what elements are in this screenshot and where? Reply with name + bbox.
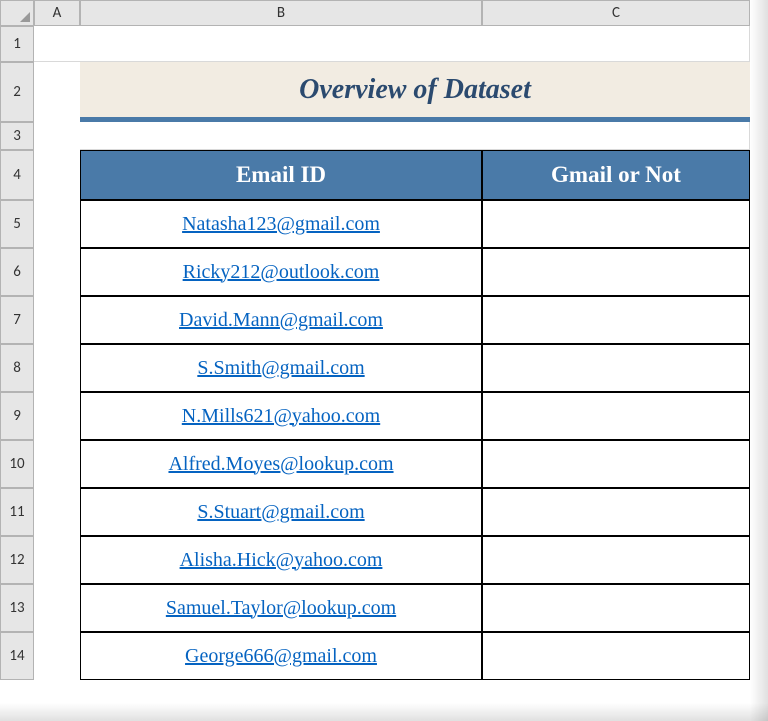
spreadsheet-grid: A B C 1 2 3 4 5 6 7 8 9 10 11 12 13 14 O… [0,0,768,680]
cell-gmail[interactable] [482,584,750,632]
email-link[interactable]: Natasha123@gmail.com [182,213,380,236]
email-link[interactable]: Ricky212@outlook.com [183,261,380,284]
row-header-9[interactable]: 9 [0,392,34,440]
cell-email[interactable]: Samuel.Taylor@lookup.com [80,584,482,632]
cell-row3[interactable] [34,122,750,150]
row-header-3[interactable]: 3 [0,122,34,150]
row-header-8[interactable]: 8 [0,344,34,392]
col-header-C[interactable]: C [482,0,750,26]
email-link[interactable]: Samuel.Taylor@lookup.com [166,597,396,620]
row-header-12[interactable]: 12 [0,536,34,584]
row-header-2[interactable]: 2 [0,62,34,122]
cell-A3[interactable] [34,122,80,150]
row-header-1[interactable]: 1 [0,26,34,62]
row-header-7[interactable]: 7 [0,296,34,344]
cell-gmail[interactable] [482,392,750,440]
dataset-title[interactable]: Overview of Dataset [80,62,750,122]
right-shadow [750,0,768,721]
cell-gmail[interactable] [482,344,750,392]
row-header-14[interactable]: 14 [0,632,34,680]
email-link[interactable]: N.Mills621@yahoo.com [182,405,380,428]
email-link[interactable]: Alisha.Hick@yahoo.com [180,549,383,572]
col-header-A[interactable]: A [34,0,80,26]
cell-A12[interactable] [34,536,80,584]
cell-A6[interactable] [34,248,80,296]
select-all-corner[interactable] [0,0,34,26]
cell-A8[interactable] [34,344,80,392]
email-link[interactable]: S.Smith@gmail.com [197,357,364,380]
cell-A11[interactable] [34,488,80,536]
cell-email[interactable]: George666@gmail.com [80,632,482,680]
cell-A7[interactable] [34,296,80,344]
header-email[interactable]: Email ID [80,150,482,200]
cell-email[interactable]: S.Stuart@gmail.com [80,488,482,536]
cell-gmail[interactable] [482,632,750,680]
header-gmail[interactable]: Gmail or Not [482,150,750,200]
cell-email[interactable]: Alfred.Moyes@lookup.com [80,440,482,488]
email-link[interactable]: David.Mann@gmail.com [179,309,383,332]
row-header-13[interactable]: 13 [0,584,34,632]
cell-email[interactable]: S.Smith@gmail.com [80,344,482,392]
cell-row1[interactable] [34,26,750,62]
bottom-shadow [0,703,768,721]
cell-A9[interactable] [34,392,80,440]
row-header-5[interactable]: 5 [0,200,34,248]
email-link[interactable]: Alfred.Moyes@lookup.com [168,453,393,476]
cell-A4[interactable] [34,150,80,200]
col-header-B[interactable]: B [80,0,482,26]
email-link[interactable]: S.Stuart@gmail.com [197,501,364,524]
cell-email[interactable]: Alisha.Hick@yahoo.com [80,536,482,584]
cell-gmail[interactable] [482,536,750,584]
cell-email[interactable]: David.Mann@gmail.com [80,296,482,344]
cell-gmail[interactable] [482,200,750,248]
cell-gmail[interactable] [482,488,750,536]
cell-email[interactable]: Ricky212@outlook.com [80,248,482,296]
cell-A13[interactable] [34,584,80,632]
row-header-11[interactable]: 11 [0,488,34,536]
cell-gmail[interactable] [482,440,750,488]
cell-A5[interactable] [34,200,80,248]
cell-A2[interactable] [34,62,80,122]
cell-A10[interactable] [34,440,80,488]
row-header-4[interactable]: 4 [0,150,34,200]
email-link[interactable]: George666@gmail.com [185,645,377,668]
row-header-6[interactable]: 6 [0,248,34,296]
cell-A14[interactable] [34,632,80,680]
cell-email[interactable]: N.Mills621@yahoo.com [80,392,482,440]
cell-gmail[interactable] [482,248,750,296]
cell-gmail[interactable] [482,296,750,344]
cell-email[interactable]: Natasha123@gmail.com [80,200,482,248]
row-header-10[interactable]: 10 [0,440,34,488]
